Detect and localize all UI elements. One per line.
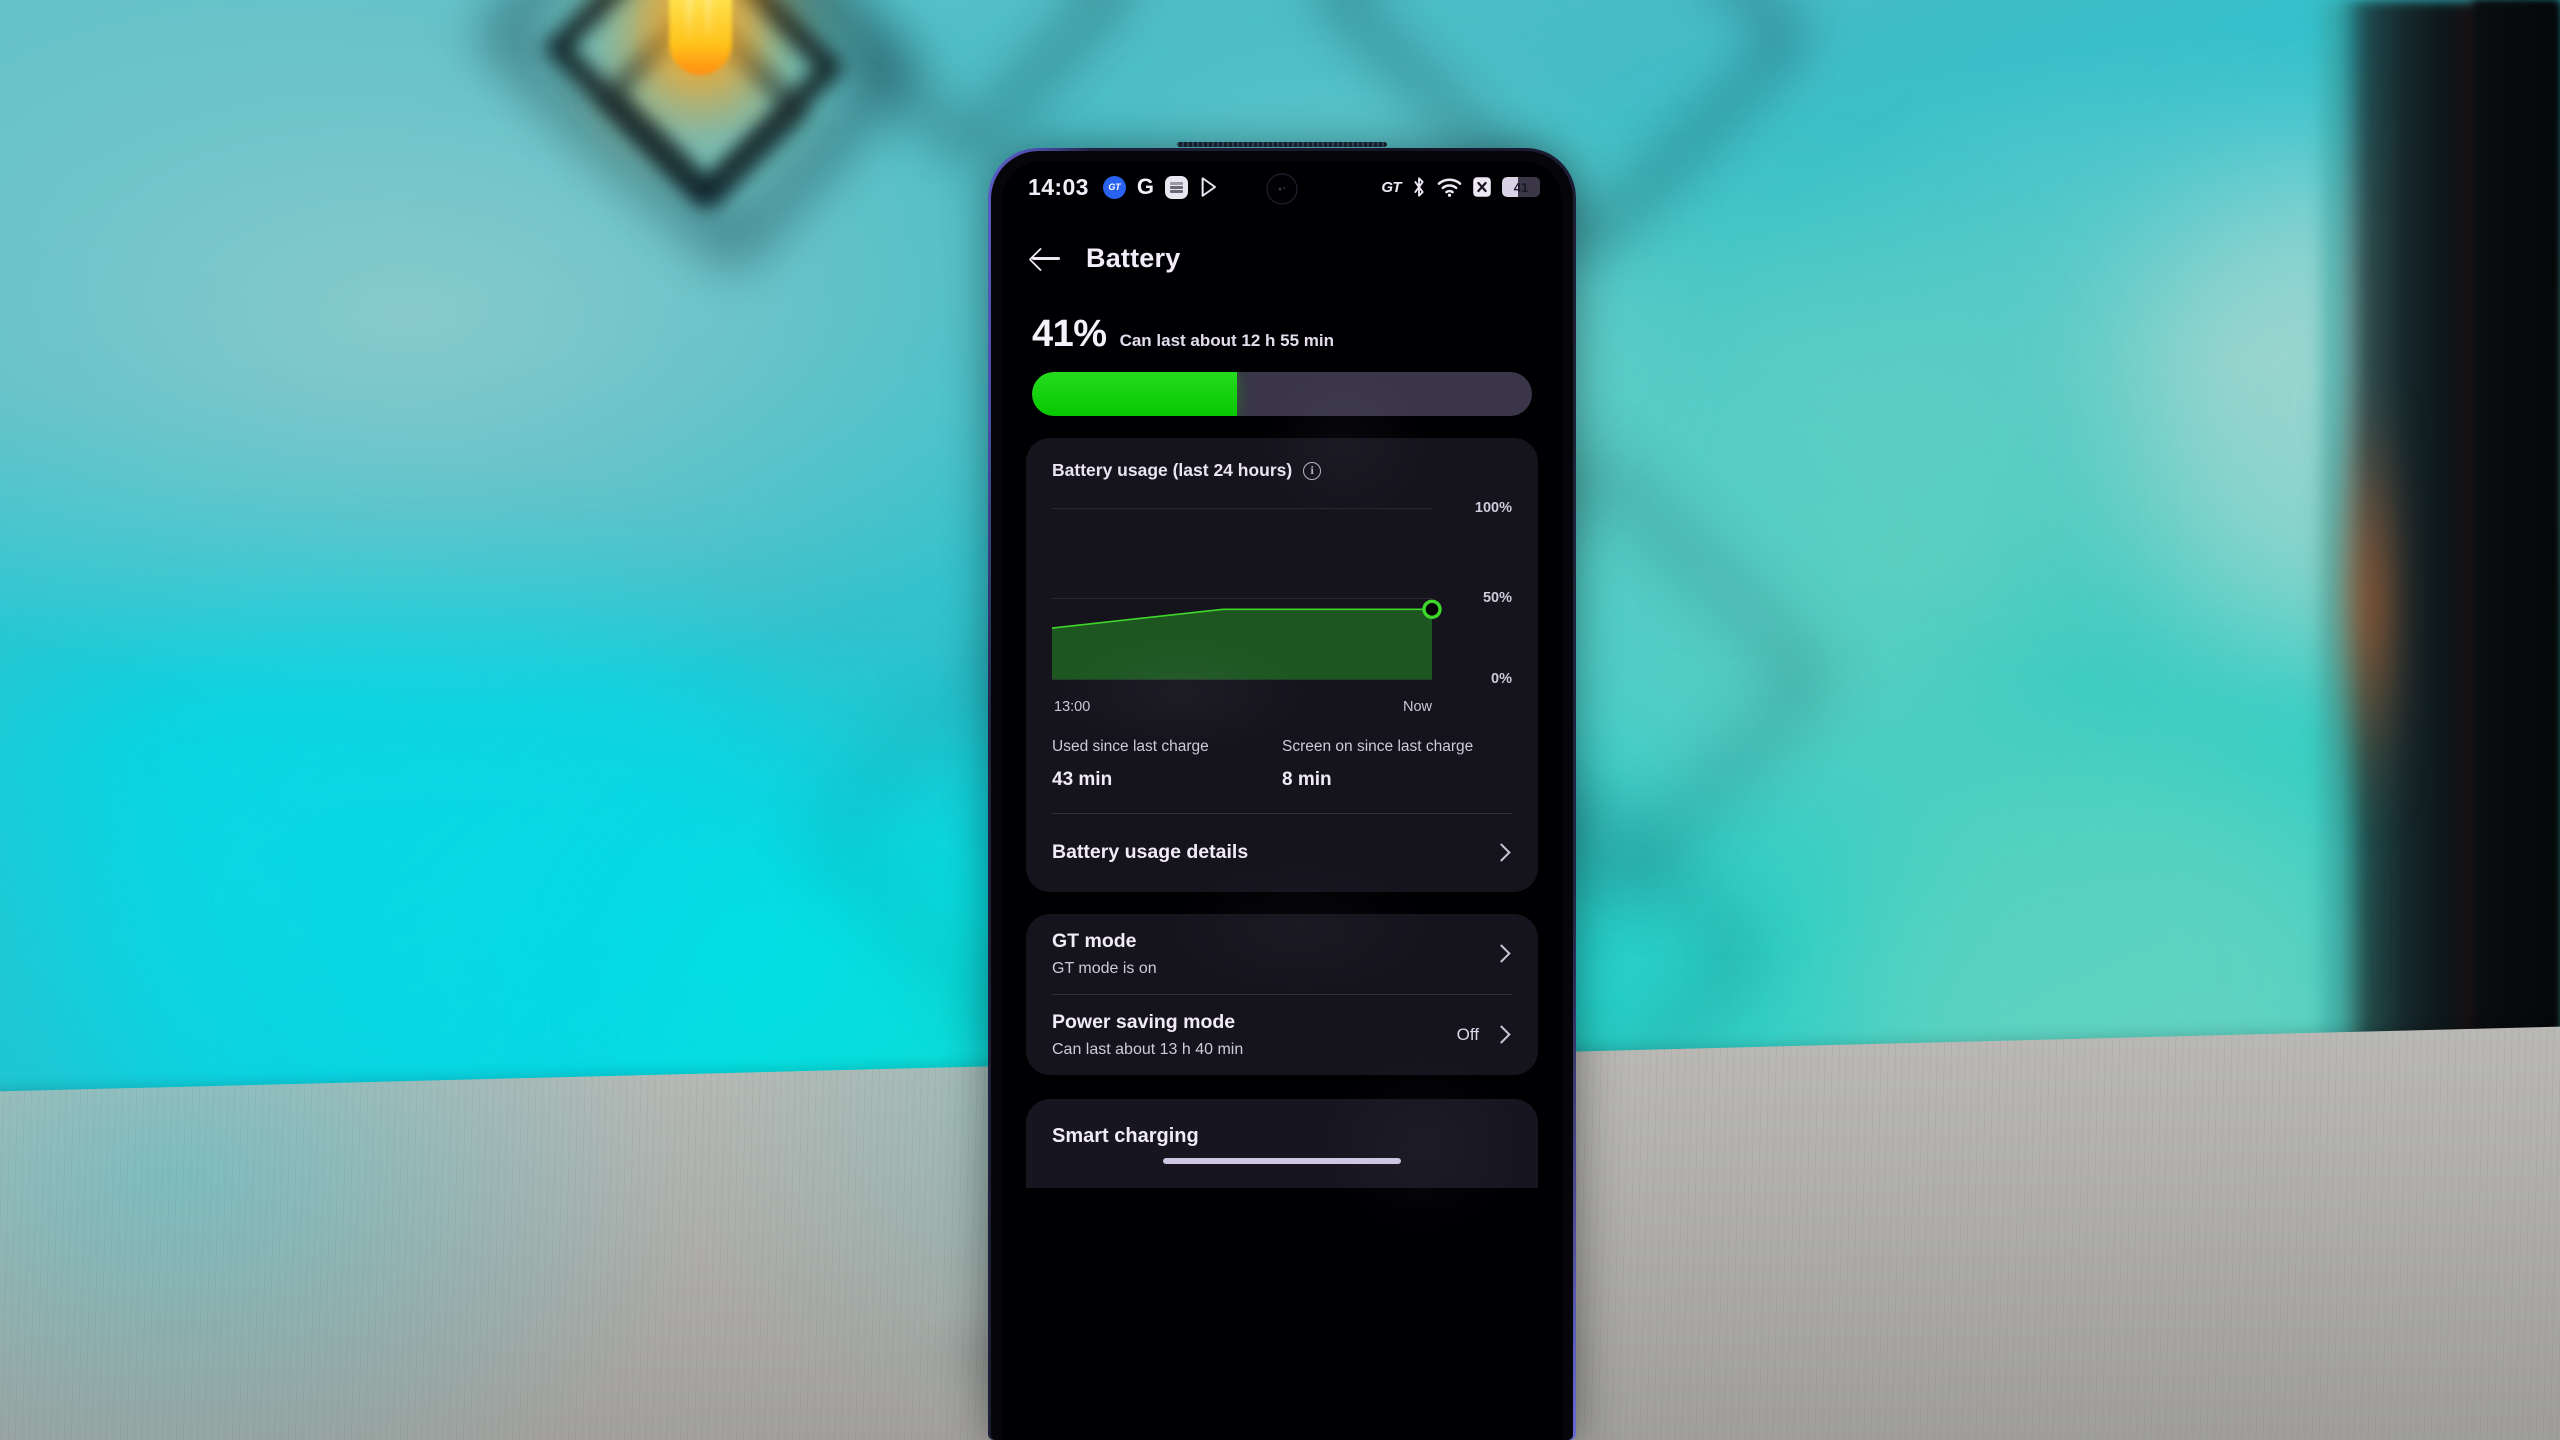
smartphone-device: 14:03 GT G GT 41 Battery 41% Can last ab… [988, 142, 1576, 1440]
chevron-right-icon [1492, 843, 1511, 863]
battery-status-level: 41 [1513, 179, 1529, 195]
chart-y-axis: 100% 50% 0% [1438, 497, 1512, 687]
gt-mode-label: GT mode [1052, 929, 1137, 952]
chevron-right-icon [1492, 1025, 1511, 1045]
system-status-icons: GT 41 [1381, 176, 1540, 198]
info-icon[interactable]: i [1303, 461, 1322, 480]
stat-screen-on-since-last-charge: Screen on since last charge 8 min [1282, 737, 1512, 791]
gt-mode-status: GT mode is on [1052, 959, 1157, 977]
battery-status-icon: 41 [1502, 177, 1540, 197]
power-saving-mode-label: Power saving mode [1052, 1010, 1236, 1033]
battery-stats: Used since last charge 43 min Screen on … [1052, 715, 1512, 791]
battery-percent: 41% [1032, 313, 1107, 355]
gt-badge-icon: GT [1102, 175, 1126, 199]
chart-plot-area [1052, 497, 1442, 687]
chart-y-tick: 50% [1482, 589, 1512, 606]
chart-y-tick: 0% [1491, 671, 1512, 688]
chart-x-tick-start: 13:00 [1054, 699, 1091, 715]
phone-screen: 14:03 GT G GT 41 Battery 41% Can last ab… [1002, 161, 1562, 1440]
chart-x-tick-end: Now [1402, 699, 1432, 715]
gt-mode-status-icon: GT [1381, 178, 1401, 196]
battery-estimate: Can last about 12 h 55 min [1119, 331, 1335, 350]
battery-usage-card: Battery usage (last 24 hours) i 100% 50%… [1026, 438, 1538, 892]
play-store-icon [1201, 177, 1216, 197]
battery-level-bar [1032, 372, 1532, 416]
wifi-icon [1437, 178, 1462, 197]
battery-usage-details-label: Battery usage details [1052, 841, 1249, 864]
app-bar: Battery [1002, 221, 1562, 295]
power-saving-mode-row[interactable]: Power saving mode Can last about 13 h 40… [1052, 995, 1512, 1075]
power-saving-mode-value: Off [1456, 1024, 1479, 1044]
stat-label: Used since last charge [1052, 738, 1209, 755]
smart-charging-label: Smart charging [1052, 1124, 1199, 1147]
battery-usage-title: Battery usage (last 24 hours) [1052, 460, 1293, 480]
notification-icons: GT G [1102, 174, 1221, 199]
battery-usage-card-header: Battery usage (last 24 hours) i [1052, 438, 1512, 481]
battery-usage-details-row[interactable]: Battery usage details [1052, 814, 1512, 892]
bluetooth-icon [1414, 177, 1424, 197]
status-bar-clock: 14:03 [1028, 173, 1089, 200]
chevron-right-icon [1492, 944, 1511, 964]
gt-mode-row[interactable]: GT mode GT mode is on [1052, 914, 1512, 994]
warm-light-reflection [2334, 388, 2402, 821]
power-saving-mode-estimate: Can last about 13 h 40 min [1052, 1040, 1244, 1058]
chart-x-axis: 13:00 Now [1052, 687, 1512, 715]
modes-card: GT mode GT mode is on Power saving mode … [1026, 913, 1538, 1075]
stat-value: 8 min [1282, 768, 1332, 790]
back-arrow-icon[interactable] [1032, 245, 1062, 271]
battery-summary: 41% Can last about 12 h 55 min [1002, 295, 1562, 416]
stat-value: 43 min [1052, 768, 1113, 790]
chart-endpoint-marker [1422, 599, 1442, 619]
stat-label: Screen on since last charge [1282, 738, 1474, 755]
earpiece-speaker-grille [1177, 142, 1387, 147]
battery-usage-chart: 100% 50% 0% [1052, 497, 1512, 687]
page-title: Battery [1086, 242, 1181, 273]
smart-charging-card[interactable]: Smart charging [1026, 1098, 1538, 1188]
google-icon: G [1136, 174, 1154, 199]
front-camera-punch-hole-icon [1266, 173, 1298, 205]
sim-card-x-icon [1473, 177, 1491, 197]
battery-level-bar-fill [1032, 372, 1237, 416]
home-indicator[interactable] [1163, 1157, 1401, 1164]
light-bulb-icon [669, 0, 733, 75]
note-app-icon [1164, 175, 1188, 199]
chart-y-tick: 100% [1474, 500, 1512, 517]
stat-used-since-last-charge: Used since last charge 43 min [1052, 737, 1282, 791]
